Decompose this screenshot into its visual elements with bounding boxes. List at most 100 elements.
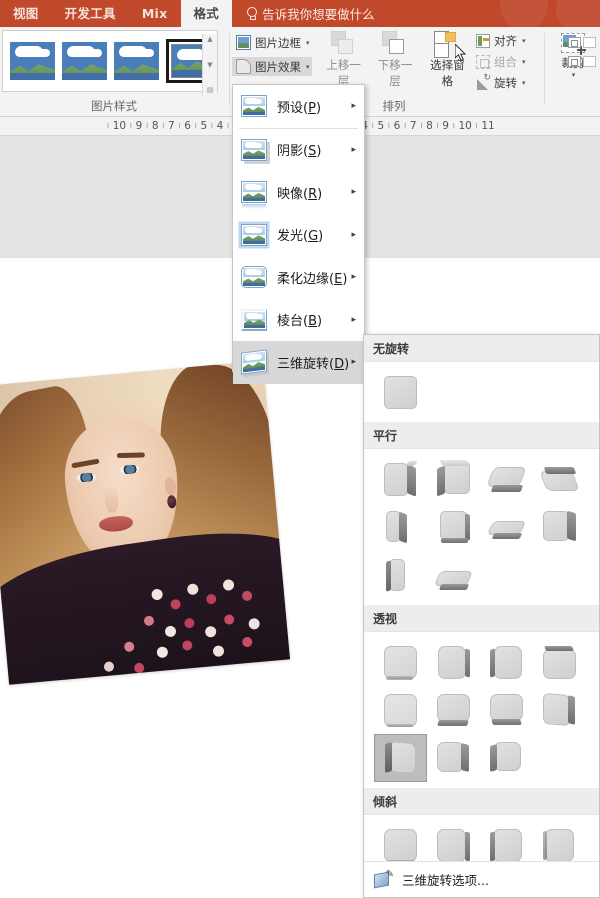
group-title-picture-styles: 图片样式	[0, 98, 228, 114]
group-icon	[476, 55, 490, 69]
picture-style-thumb[interactable]	[114, 42, 159, 80]
group-button[interactable]: 组合 ▾	[472, 52, 540, 71]
rotation-preset[interactable]	[533, 503, 586, 551]
align-icon	[476, 34, 490, 48]
chevron-right-icon: ▸	[351, 187, 356, 197]
rotation-preset[interactable]	[427, 503, 480, 551]
rotation-preset[interactable]	[427, 686, 480, 734]
rotation-preset[interactable]	[480, 503, 533, 551]
picture-effects-button[interactable]: 图片效果 ▾	[232, 57, 312, 76]
menu-item-soft-edges[interactable]: 柔化边缘(E) ▸	[233, 256, 364, 299]
ruler-tick: ı	[450, 121, 458, 131]
tell-me-label: 告诉我你想要做什么	[262, 4, 375, 23]
gallery-section-perspective	[364, 632, 600, 788]
align-button[interactable]: 对齐 ▾	[472, 31, 540, 50]
rotation-preset[interactable]	[427, 455, 480, 503]
ruler-label: 8	[425, 120, 434, 132]
picture-style-thumb[interactable]	[62, 42, 107, 80]
gallery-scroll-up-icon[interactable]: ▲	[207, 36, 212, 43]
menu-item-label: 预设(P)	[277, 97, 321, 116]
rotation-preset[interactable]	[427, 734, 480, 782]
picture-border-button[interactable]: 图片边框 ▾	[232, 33, 312, 52]
rotation-preset[interactable]	[480, 455, 533, 503]
ribbon-tab-bar: 视图 开发工具 Mix 格式 告诉我你想要做什么	[0, 0, 600, 27]
rotation-preset[interactable]	[427, 638, 480, 686]
picture-styles-gallery[interactable]: ▲ ▼ ▤	[2, 30, 218, 92]
ruler-label: 9	[441, 120, 450, 132]
inserted-photo[interactable]	[0, 360, 290, 684]
rotation-preset[interactable]	[374, 551, 427, 599]
rotation-preset[interactable]	[427, 551, 480, 599]
rotation-preset[interactable]	[374, 686, 427, 734]
ruler-label: 6	[183, 120, 192, 132]
rotation-preset[interactable]	[480, 734, 533, 782]
ruler-label: 5	[199, 120, 208, 132]
menu-item-preset[interactable]: 预设(P) ▸	[233, 85, 364, 128]
rotate-button[interactable]: 旋转 ▾	[472, 73, 540, 92]
gallery-scroll-down-icon[interactable]: ▼	[207, 62, 212, 69]
ruler-tick: ı	[160, 121, 168, 131]
three-d-rotation-gallery[interactable]: 无旋转 平行	[363, 334, 600, 898]
chevron-right-icon: ▸	[351, 357, 356, 367]
section-header-parallel: 平行	[364, 422, 599, 449]
photo-image	[0, 360, 290, 684]
menu-item-3d-rotation[interactable]: 三维旋转(D) ▸	[233, 341, 364, 384]
ruler-tick: ı	[143, 121, 151, 131]
shape-width-input[interactable]	[583, 56, 596, 67]
ruler-tick: ı	[127, 121, 135, 131]
ruler-tick: ı	[208, 121, 216, 131]
picture-style-thumb[interactable]	[10, 42, 55, 80]
chevron-down-icon[interactable]: ▾	[306, 39, 310, 47]
rotation-preset[interactable]	[533, 638, 586, 686]
rotation-preset[interactable]	[374, 638, 427, 686]
rotate-icon	[476, 76, 490, 90]
gallery-scroll-buttons[interactable]: ▲ ▼ ▤	[202, 34, 217, 96]
picture-effects-icon	[236, 59, 251, 74]
menu-item-glow[interactable]: 发光(G) ▸	[233, 214, 364, 257]
ruler-tick: ı	[473, 121, 481, 131]
ribbon-group-picture-styles: ▲ ▼ ▤ 图片样式	[0, 27, 228, 117]
menu-item-shadow[interactable]: 阴影(S) ▸	[233, 129, 364, 172]
rotation-preset[interactable]	[480, 638, 533, 686]
picture-preset-icon	[241, 95, 267, 117]
shape-height-input[interactable]	[583, 37, 596, 48]
tab-developer[interactable]: 开发工具	[52, 0, 129, 27]
group-label: 组合	[494, 54, 517, 70]
chevron-down-icon[interactable]: ▾	[522, 58, 526, 66]
chevron-down-icon[interactable]: ▾	[522, 79, 526, 87]
chevron-right-icon: ▸	[351, 101, 356, 111]
shape-width-icon	[568, 56, 581, 67]
send-backward-button[interactable]: 下移一层	[373, 31, 416, 89]
tab-format[interactable]: 格式	[181, 0, 233, 27]
ruler-label: 7	[409, 120, 418, 132]
tell-me-search[interactable]: 告诉我你想要做什么	[232, 0, 375, 27]
picture-effects-menu[interactable]: 预设(P) ▸ 阴影(S) ▸ 映像(R) ▸ 发光(G) ▸ 柔化边缘(E) …	[232, 84, 365, 372]
rotation-preset[interactable]	[533, 686, 586, 734]
bring-forward-button[interactable]: 上移一层	[322, 31, 365, 89]
rotation-preset[interactable]	[374, 503, 427, 551]
picture-effects-label: 图片效果	[255, 59, 301, 75]
send-backward-icon	[382, 31, 408, 57]
rotation-preset-selected[interactable]	[374, 734, 427, 782]
chevron-down-icon[interactable]: ▾	[522, 37, 526, 45]
tab-mix[interactable]: Mix	[129, 0, 181, 27]
chevron-down-icon[interactable]: ▾	[553, 71, 594, 79]
three-d-rotation-options-button[interactable]: 三维旋转选项...	[364, 861, 600, 897]
rotation-preset[interactable]	[374, 455, 427, 503]
rotation-preset[interactable]	[480, 686, 533, 734]
send-backward-label: 下移一层	[373, 57, 416, 89]
ruler-tick: ı	[104, 121, 112, 131]
section-header-no-rotation: 无旋转	[364, 335, 599, 362]
menu-item-bevel[interactable]: 棱台(B) ▸	[233, 299, 364, 342]
menu-item-reflection[interactable]: 映像(R) ▸	[233, 171, 364, 214]
size-fields[interactable]	[568, 35, 598, 69]
chevron-right-icon: ▸	[351, 230, 356, 240]
rotation-preset[interactable]	[374, 368, 427, 416]
picture-3d-rotation-icon	[241, 350, 267, 375]
chevron-down-icon[interactable]: ▾	[306, 63, 310, 71]
tab-view[interactable]: 视图	[0, 0, 52, 27]
gallery-more-icon[interactable]: ▤	[207, 87, 214, 94]
three-d-rotation-options-label: 三维旋转选项...	[402, 870, 489, 889]
group-separator	[229, 33, 230, 105]
rotation-preset[interactable]	[533, 455, 586, 503]
